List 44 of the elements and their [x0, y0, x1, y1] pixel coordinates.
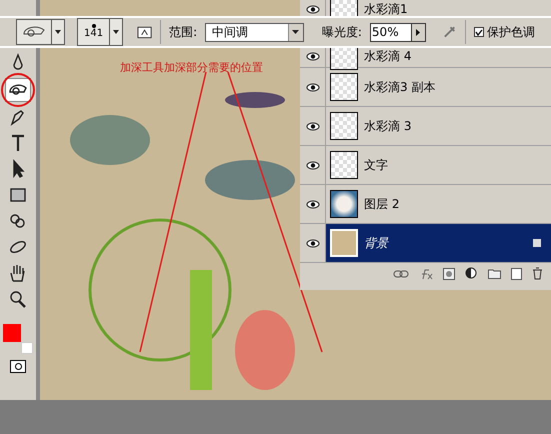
brush-preset-picker[interactable]: 141 [77, 18, 124, 46]
layer-name: 文字 [364, 157, 388, 174]
eye-icon[interactable] [306, 52, 320, 60]
layer-thumbnail [330, 73, 358, 101]
layer-name: 水彩滴1 [364, 1, 408, 18]
quick-mask-icon[interactable] [10, 360, 26, 373]
eye-icon[interactable] [306, 4, 320, 14]
layer-name: 水彩滴 3 [364, 118, 412, 135]
eye-icon[interactable] [306, 238, 320, 248]
eye-icon[interactable] [306, 200, 320, 208]
new-layer-icon[interactable] [511, 268, 522, 280]
folder-icon[interactable] [488, 268, 501, 279]
link-icon[interactable] [393, 270, 409, 278]
brush-panel-icon[interactable] [137, 24, 152, 40]
effects-icon[interactable] [419, 268, 433, 280]
caret-icon [113, 30, 120, 34]
range-dropdown[interactable]: 中间调 [205, 22, 304, 42]
foreground-color-swatch[interactable] [3, 324, 21, 342]
adjustment-icon[interactable] [465, 267, 478, 280]
caret-icon [292, 30, 300, 34]
layer-row[interactable]: 水彩滴3 副本 [300, 68, 551, 107]
eye-icon[interactable] [306, 160, 320, 170]
checkmark-icon [474, 28, 483, 36]
layer-name: 背景 [364, 235, 388, 252]
layer-row[interactable]: 文字 [300, 146, 551, 185]
layer-thumbnail [330, 112, 358, 140]
eye-icon[interactable] [306, 122, 320, 130]
caret-icon [55, 30, 61, 34]
layer-name: 水彩滴3 副本 [364, 79, 436, 96]
layer-name: 图层 2 [364, 196, 400, 213]
layer-thumbnail [330, 190, 358, 218]
layer-thumbnail [330, 151, 358, 179]
tool-preset-picker[interactable] [16, 19, 65, 45]
layer-thumbnail [330, 229, 358, 257]
mask-icon[interactable] [443, 268, 455, 280]
background-color-swatch[interactable] [21, 342, 33, 354]
airbrush-icon[interactable] [442, 24, 458, 40]
brush-size: 141 [84, 28, 104, 40]
annotation-note: 加深工具加深部分需要的位置 [120, 60, 263, 76]
layer-row[interactable]: 水彩滴 3 [300, 107, 551, 146]
eye-icon[interactable] [306, 82, 320, 92]
range-label: 范围: [169, 24, 198, 41]
trash-icon[interactable] [532, 267, 543, 280]
layer-name: 水彩滴 4 [364, 48, 412, 65]
